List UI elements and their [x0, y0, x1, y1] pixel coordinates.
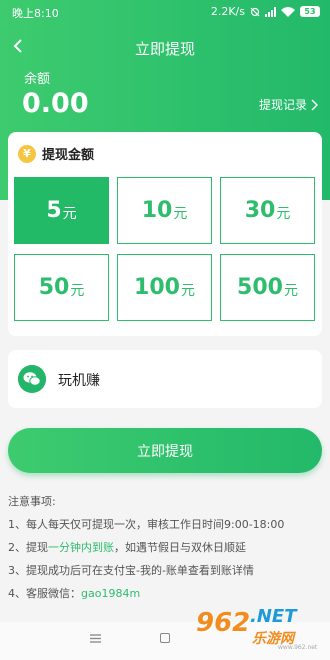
- home-icon[interactable]: [160, 633, 170, 643]
- network-speed: 2.2K/s: [210, 5, 245, 18]
- alarm-off-icon: [250, 7, 260, 16]
- amount-option-50[interactable]: 50 元: [14, 254, 109, 321]
- amount-option-500[interactable]: 500 元: [220, 254, 315, 321]
- notes-line-4: 4、客服微信：gao1984m: [8, 582, 326, 605]
- amount-unit: 元: [173, 205, 188, 222]
- notes-highlight: 一分钟内到账: [48, 541, 114, 554]
- notes-text: 4、客服微信：: [8, 587, 81, 600]
- signal-icon: [265, 6, 276, 17]
- notes-text: ，如遇节假日与双休日顺延: [114, 541, 246, 554]
- balance-label: 余额: [24, 72, 51, 87]
- notes-line-3: 3、提现成功后可在支付宝-我的-账单查看到账详情: [8, 564, 254, 577]
- navigation-bar: 立即提现: [0, 32, 330, 62]
- withdraw-record-label: 提现记录: [258, 98, 307, 112]
- battery-icon: 53: [300, 6, 320, 17]
- amount-card-title: 提现金额: [42, 148, 95, 163]
- payment-method-label: 玩机赚: [58, 373, 100, 389]
- amount-value: 5: [46, 198, 62, 223]
- notes-line-2: 2、提现一分钟内到账，如遇节假日与双休日顺延: [8, 536, 326, 559]
- payment-method-option[interactable]: 玩机赚: [8, 350, 322, 408]
- status-bar: 晚上8:10 2.2K/s 53: [0, 0, 330, 24]
- amount-value: 50: [38, 275, 70, 300]
- amount-option-30[interactable]: 30 元: [220, 177, 315, 244]
- amount-unit: 元: [276, 205, 291, 222]
- notes-line-1: 1、每人每天仅可提现一次，审核工作日时间9:00-18:00: [8, 518, 285, 531]
- amount-card: ¥ 提现金额 5元 10 元 30 元 50 元 100 元 500 元: [8, 132, 322, 336]
- withdraw-record-link[interactable]: 提现记录: [259, 96, 318, 113]
- amount-value: 10: [141, 198, 173, 223]
- amount-card-header: ¥ 提现金额: [18, 144, 94, 163]
- notes-title: 注意事项:: [8, 495, 56, 508]
- amount-unit: 元: [180, 282, 195, 299]
- amount-value: 500: [237, 275, 283, 300]
- watermark-logo: 962 .NET 乐游网 www.962.net: [196, 604, 326, 654]
- amount-value: 30: [244, 198, 276, 223]
- amount-unit: 元: [283, 282, 298, 299]
- wechat-icon: [18, 365, 46, 393]
- notes-text: 2、提现: [8, 541, 48, 554]
- watermark-number: 962: [196, 608, 251, 638]
- notes-section: 注意事项: 1、每人每天仅可提现一次，审核工作日时间9:00-18:00 2、提…: [8, 490, 326, 605]
- customer-service-wechat: gao1984m: [81, 587, 141, 600]
- status-time: 晚上8:10: [12, 7, 59, 20]
- chevron-right-icon: [311, 99, 318, 110]
- page-title: 立即提现: [134, 40, 195, 58]
- watermark-net: .NET: [250, 606, 297, 627]
- amount-unit: 元: [62, 205, 77, 222]
- watermark-url: www.962.net: [278, 644, 318, 651]
- amount-value: 100: [134, 275, 180, 300]
- menu-icon[interactable]: [90, 634, 101, 643]
- amount-option-100[interactable]: 100 元: [117, 254, 212, 321]
- wifi-icon: [281, 6, 295, 17]
- withdraw-submit-button[interactable]: 立即提现: [8, 428, 322, 473]
- status-icons: 2.2K/s 53: [211, 5, 320, 18]
- amount-option-5[interactable]: 5元: [14, 177, 109, 244]
- balance-value: 0.00: [22, 88, 89, 119]
- yen-coin-icon: ¥: [18, 144, 36, 163]
- amount-option-10[interactable]: 10 元: [117, 177, 212, 244]
- amount-unit: 元: [70, 282, 85, 299]
